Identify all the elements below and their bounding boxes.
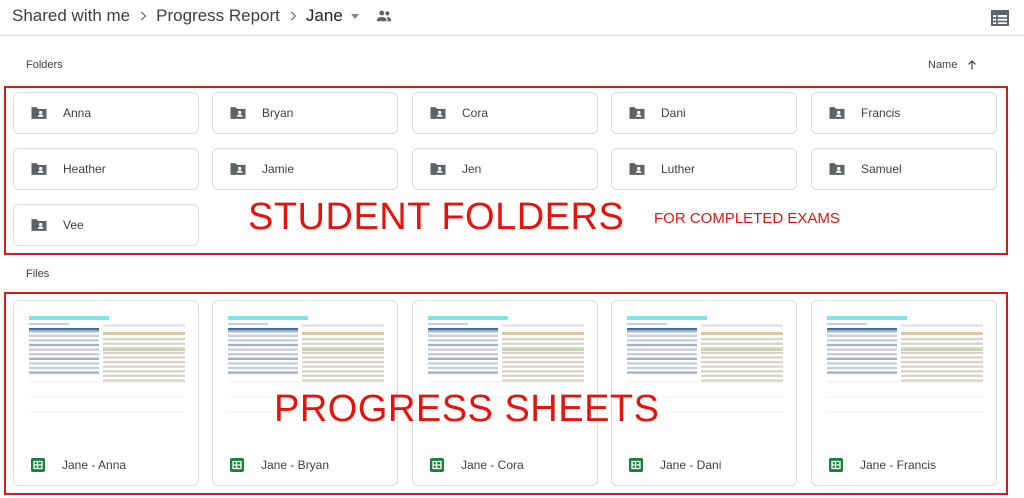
folder-tile[interactable]: Dani — [611, 92, 797, 134]
folder-tile[interactable]: Vee — [13, 204, 199, 246]
folder-name: Dani — [661, 106, 686, 120]
folder-tile[interactable]: Bryan — [212, 92, 398, 134]
folder-tile[interactable]: Luther — [611, 148, 797, 190]
folder-name: Cora — [462, 106, 489, 120]
spreadsheet-thumbnail — [813, 302, 996, 442]
shared-folder-icon — [629, 163, 645, 175]
list-view-icon[interactable] — [990, 8, 1010, 28]
folder-name: Bryan — [262, 106, 294, 120]
sort-label: Name — [928, 59, 958, 71]
shared-folder-icon — [430, 107, 446, 119]
google-sheets-icon — [829, 458, 843, 472]
google-sheets-icon — [230, 458, 244, 472]
folder-name: Jamie — [262, 162, 295, 176]
folder-tile[interactable]: Francis — [811, 92, 997, 134]
file-name: Jane - Francis — [860, 458, 937, 472]
annotation-student-folders: STUDENT FOLDERS — [248, 196, 625, 238]
breadcrumb: Shared with me Progress Report Jane — [12, 6, 393, 26]
folder-name: Anna — [63, 106, 92, 120]
annotation-completed-exams: FOR COMPLETED EXAMS — [654, 210, 840, 227]
shared-folder-icon — [230, 163, 246, 175]
shared-folder-icon — [829, 107, 845, 119]
breadcrumb-shared-with-me[interactable]: Shared with me — [12, 6, 130, 26]
annotation-progress-sheets: PROGRESS SHEETS — [274, 388, 660, 430]
folder-tile[interactable]: Jamie — [212, 148, 398, 190]
folder-tile[interactable]: Heather — [13, 148, 199, 190]
shared-folder-icon — [31, 163, 47, 175]
folder-name: Heather — [63, 162, 106, 176]
shared-folder-icon — [430, 163, 446, 175]
file-tile[interactable]: Jane - Anna — [13, 300, 199, 486]
shared-folder-icon — [629, 107, 645, 119]
breadcrumb-current-folder[interactable]: Jane — [306, 6, 343, 26]
file-name: Jane - Cora — [461, 458, 524, 472]
shared-folder-icon — [31, 107, 47, 119]
folder-tile[interactable]: Anna — [13, 92, 199, 134]
top-bar: Shared with me Progress Report Jane — [0, 0, 1024, 36]
arrow-up-icon — [968, 60, 977, 70]
file-name: Jane - Anna — [62, 458, 127, 472]
shared-folder-icon — [31, 219, 47, 231]
folder-name: Luther — [661, 162, 696, 176]
folder-tile[interactable]: Jen — [412, 148, 598, 190]
google-sheets-icon — [31, 458, 45, 472]
folder-tile[interactable]: Samuel — [811, 148, 997, 190]
folder-name: Vee — [63, 218, 84, 232]
file-name: Jane - Bryan — [261, 458, 330, 472]
google-sheets-icon — [430, 458, 444, 472]
breadcrumb-progress-report[interactable]: Progress Report — [156, 6, 280, 26]
shared-folder-icon — [829, 163, 845, 175]
folder-name: Jen — [462, 162, 482, 176]
files-section-label: Files — [26, 268, 50, 280]
chevron-right-icon — [130, 7, 156, 25]
spreadsheet-thumbnail — [15, 302, 198, 442]
folder-name: Francis — [861, 106, 901, 120]
caret-down-icon[interactable] — [350, 13, 359, 19]
file-tile[interactable]: Jane - Francis — [811, 300, 997, 486]
file-name: Jane - Dani — [660, 458, 722, 472]
google-sheets-icon — [629, 458, 643, 472]
folder-name: Samuel — [861, 162, 902, 176]
people-icon[interactable] — [375, 7, 393, 25]
folder-tile[interactable]: Cora — [412, 92, 598, 134]
shared-folder-icon — [230, 107, 246, 119]
sort-control[interactable]: Name — [928, 58, 979, 72]
chevron-right-icon — [280, 7, 306, 25]
folders-section-label: Folders — [26, 59, 63, 71]
